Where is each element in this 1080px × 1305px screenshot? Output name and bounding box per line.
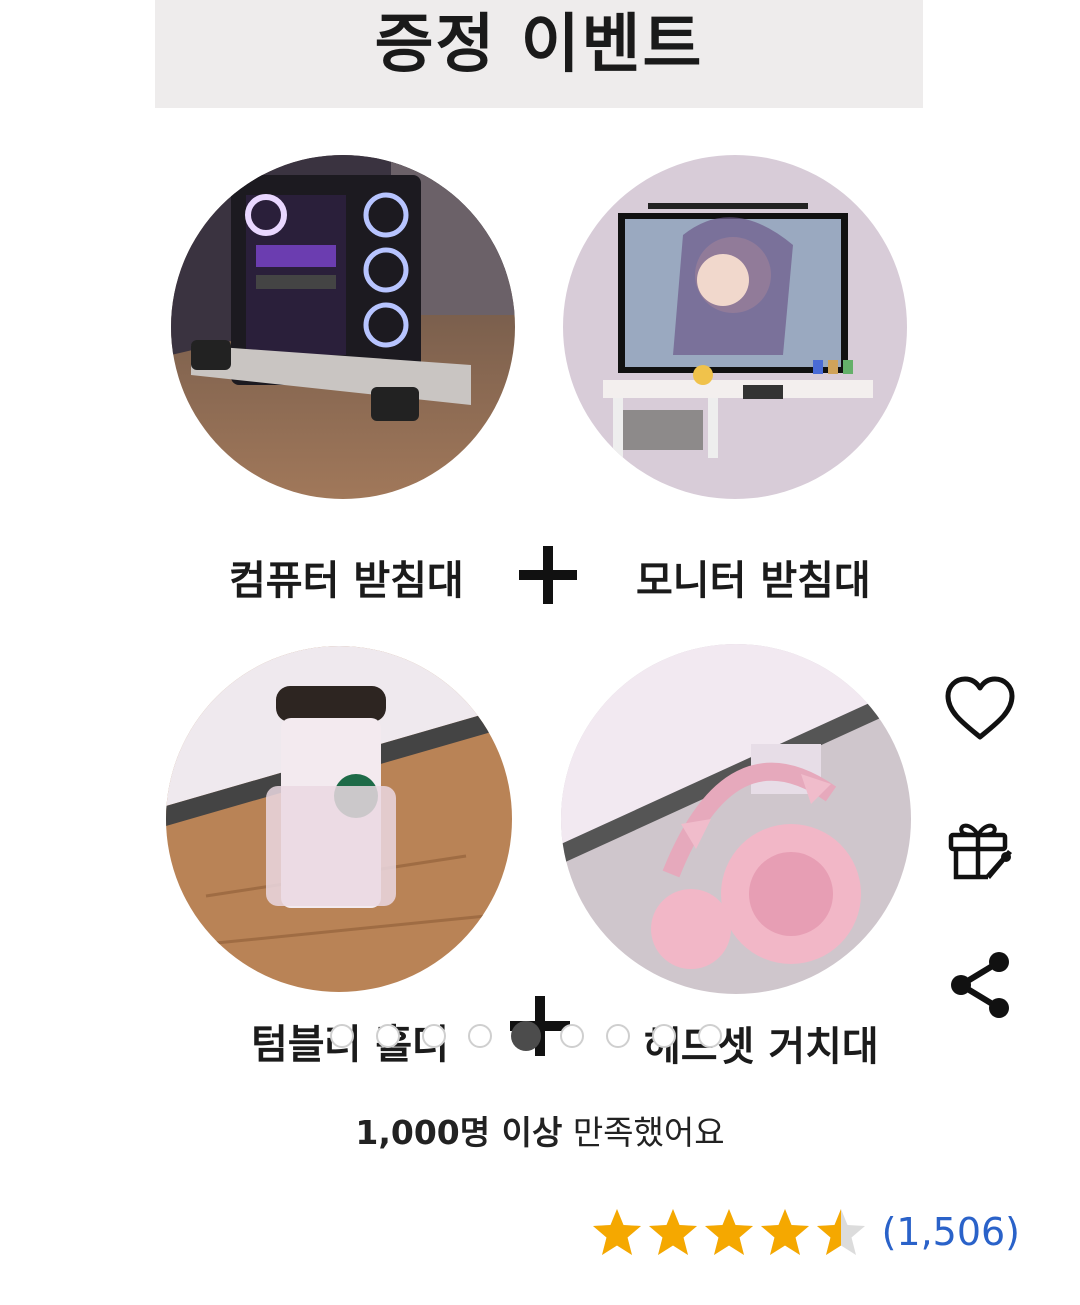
rating-summary[interactable]: (1,506) (590, 1206, 1020, 1258)
tumbler-holder-image (166, 646, 512, 992)
pc-case-illustration (171, 155, 515, 499)
carousel-dot[interactable] (376, 1024, 400, 1048)
gift-icon (948, 823, 1012, 880)
event-title: 증정 이벤트 (374, 8, 704, 82)
event-banner: 증정 이벤트 (155, 0, 923, 108)
star-rating (590, 1206, 868, 1258)
carousel-pagination[interactable] (330, 1018, 750, 1054)
carousel-dot[interactable] (606, 1024, 630, 1048)
star-icon (592, 1209, 641, 1255)
satisfaction-rest: 만족했어요 (562, 1113, 725, 1152)
carousel-dot[interactable] (698, 1024, 722, 1048)
carousel-dot[interactable] (652, 1024, 676, 1048)
star-icon (760, 1209, 809, 1255)
star-icon (648, 1209, 697, 1255)
carousel-dot[interactable] (468, 1024, 492, 1048)
star-icon (816, 1209, 865, 1255)
product-label-monitor-stand: 모니터 받침대 (636, 558, 871, 604)
star-icon (704, 1209, 753, 1255)
headset-hanger-image (561, 644, 911, 994)
pc-stand-image (171, 155, 515, 499)
monitor-stand-image (563, 155, 907, 499)
carousel-dot[interactable] (422, 1024, 446, 1048)
share-button[interactable] (940, 950, 1020, 1020)
carousel-dot[interactable] (560, 1024, 584, 1048)
like-button[interactable] (940, 675, 1020, 743)
monitor-illustration (563, 155, 907, 499)
satisfaction-text: 1,000명 이상 만족했어요 (0, 1106, 1080, 1154)
tumbler-illustration (166, 646, 512, 992)
share-icon (951, 952, 1009, 1018)
satisfaction-count: 1,000명 이상 (355, 1113, 563, 1152)
review-count[interactable]: (1,506) (882, 1210, 1020, 1254)
headset-illustration (561, 644, 911, 994)
heart-icon (945, 676, 1015, 740)
product-label-pc-stand: 컴퓨터 받침대 (229, 558, 464, 604)
plus-icon (519, 546, 577, 604)
carousel-dot[interactable] (511, 1021, 541, 1051)
carousel-dot[interactable] (330, 1024, 354, 1048)
gift-button[interactable] (940, 817, 1020, 883)
